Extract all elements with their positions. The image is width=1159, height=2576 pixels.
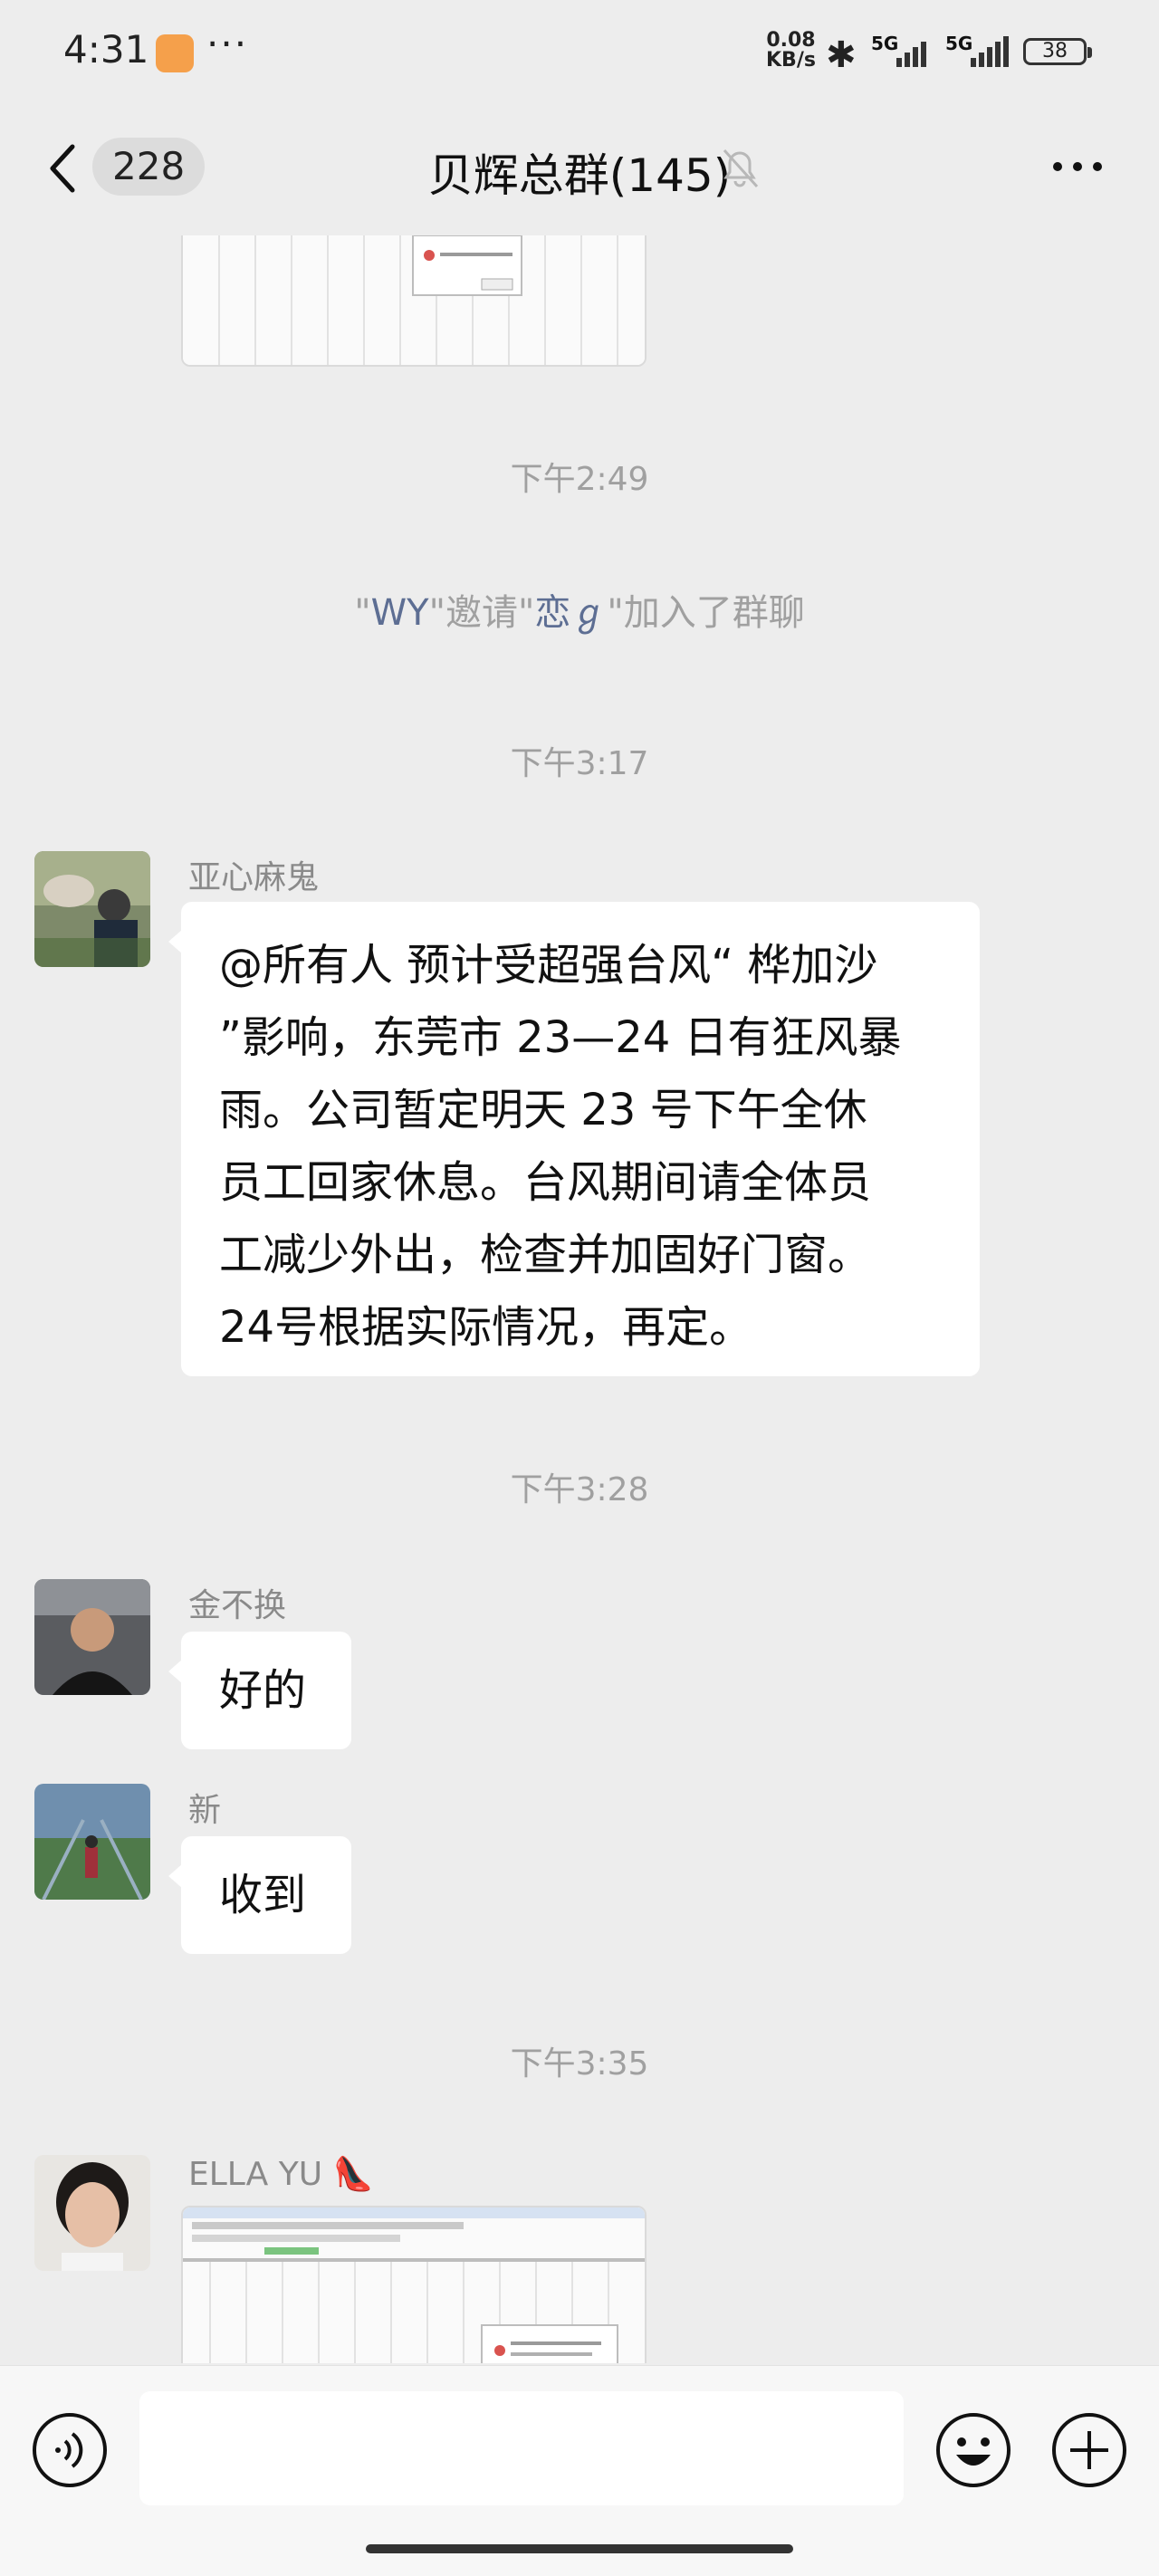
avatar-image xyxy=(34,1579,150,1695)
avatar-image xyxy=(34,851,150,967)
timestamp: 下午2:49 xyxy=(510,461,649,498)
timestamp: 下午3:17 xyxy=(510,745,649,782)
message-text: 好的 xyxy=(219,1665,307,1716)
voice-input-icon[interactable] xyxy=(31,2411,109,2489)
sender-name: 亚心麻鬼 xyxy=(188,859,320,896)
bluetooth-icon: ✱ xyxy=(826,34,857,76)
sender-name: 金不换 xyxy=(188,1587,287,1624)
signal-bars-icon xyxy=(896,42,926,67)
status-more-icon: ··· xyxy=(206,22,249,66)
text-message-bubble[interactable]: 好的 xyxy=(168,1632,351,1749)
message-line: @所有人 预计受超强台风“ 桦加沙 xyxy=(219,940,878,991)
chat-title: 贝辉总群(145) xyxy=(427,149,732,202)
text-message-bubble[interactable]: @所有人 预计受超强台风“ 桦加沙 ”影响，东莞市 23—24 日有狂风暴 雨。… xyxy=(168,902,980,1376)
inviter-name[interactable]: WY xyxy=(371,592,429,634)
message-line: 员工回家休息。台风期间请全体员 xyxy=(219,1157,872,1208)
status-time: 4:31 xyxy=(63,27,149,72)
avatar[interactable] xyxy=(34,1784,150,1900)
signal-bars-icon-2 xyxy=(971,36,1009,67)
home-indicator[interactable] xyxy=(366,2544,793,2553)
message-line: ”影响，东莞市 23—24 日有狂风暴 xyxy=(219,1012,902,1063)
text-message-bubble[interactable]: 收到 xyxy=(168,1836,351,1954)
avatar[interactable] xyxy=(34,2155,150,2271)
timestamp: 下午3:35 xyxy=(510,2045,649,2083)
emoji-icon[interactable] xyxy=(934,2411,1012,2489)
chat-message-list[interactable]: 下午2:49 "WY"邀请"恋ℊ"加入了群聊 下午3:17 亚心麻鬼 @所有人 … xyxy=(0,235,1159,2363)
image-message-screenshot[interactable] xyxy=(181,235,647,367)
quote-mark: " xyxy=(354,592,371,634)
invitee-name[interactable]: 恋ℊ xyxy=(534,592,607,634)
signal-icon-2: 5G xyxy=(945,33,1014,69)
message-text: 收到 xyxy=(219,1870,307,1920)
image-message-screenshot[interactable] xyxy=(181,2206,647,2363)
message-input[interactable] xyxy=(139,2391,904,2505)
shopping-app-icon xyxy=(156,34,194,72)
sender-name: 新 xyxy=(188,1792,222,1829)
join-text: "加入了群聊 xyxy=(607,592,805,634)
avatar-image xyxy=(34,1784,150,1900)
avatar[interactable] xyxy=(34,1579,150,1695)
battery-icon: 38 xyxy=(1023,38,1092,65)
signal-icon: 5G xyxy=(871,33,934,69)
status-bar: 4:31 ··· 0.08 KB/s ✱ 5G 5G 38 xyxy=(0,0,1159,100)
screenshot-thumbnail xyxy=(183,235,645,365)
invite-text: "邀请" xyxy=(428,592,535,634)
more-options-icon[interactable] xyxy=(1050,156,1105,177)
message-line: 工减少外出，检查并加固好门窗。 xyxy=(219,1230,872,1280)
avatar-image xyxy=(34,2155,150,2271)
chat-header: 228 贝辉总群(145) xyxy=(0,100,1159,235)
system-message-join: "WY"邀请"恋ℊ"加入了群聊 xyxy=(0,583,1159,636)
network-speed-value: 0.08 xyxy=(766,29,816,52)
mute-bell-icon xyxy=(723,148,759,188)
network-speed-unit: KB/s xyxy=(766,49,816,72)
sender-name: ELLA YU 👠 xyxy=(188,2156,374,2193)
avatar[interactable] xyxy=(34,851,150,967)
add-attachment-icon[interactable] xyxy=(1050,2411,1128,2489)
network-speed: 0.08 KB/s xyxy=(766,31,816,71)
message-line: 24号根据实际情况，再定。 xyxy=(219,1302,753,1353)
screenshot-thumbnail xyxy=(183,2207,645,2363)
message-line: 雨。公司暂定明天 23 号下午全休 xyxy=(219,1085,867,1135)
timestamp: 下午3:28 xyxy=(510,1471,649,1508)
